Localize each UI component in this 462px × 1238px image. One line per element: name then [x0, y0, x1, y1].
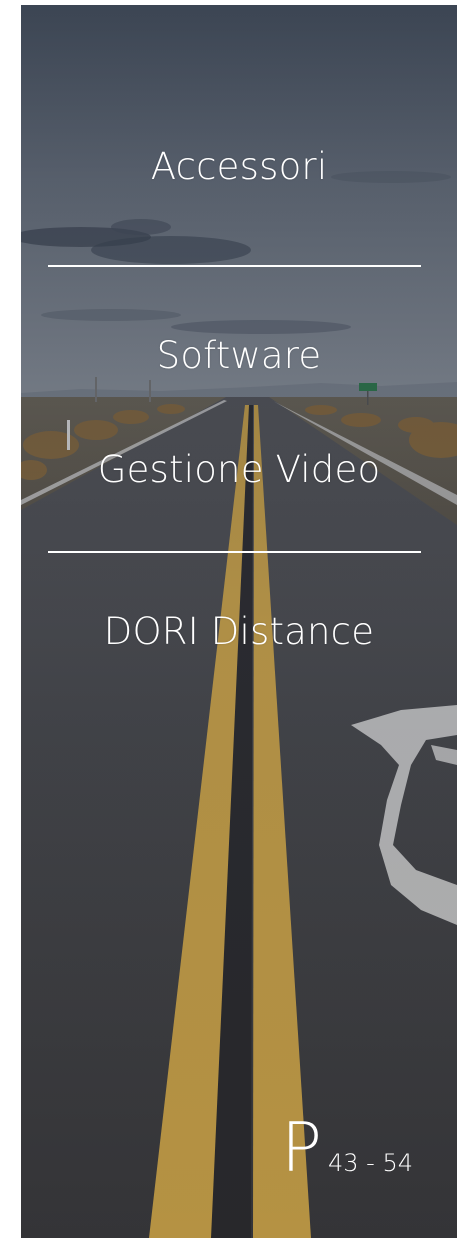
- page-range-numbers: 43 - 54: [328, 1149, 413, 1177]
- menu-item-accessori[interactable]: Accessori: [21, 145, 457, 188]
- page-range-label: P 43 - 54: [281, 1115, 413, 1183]
- divider: [48, 265, 421, 267]
- page-letter: P: [280, 1109, 322, 1188]
- menu-item-gestione-video[interactable]: Gestione Video: [21, 448, 457, 491]
- divider: [48, 551, 421, 553]
- menu-item-software[interactable]: Software: [21, 334, 457, 377]
- cover-panel: Accessori Software Gestione Video DORI D…: [21, 5, 457, 1238]
- menu-item-dori-distance[interactable]: DORI Distance: [21, 610, 457, 653]
